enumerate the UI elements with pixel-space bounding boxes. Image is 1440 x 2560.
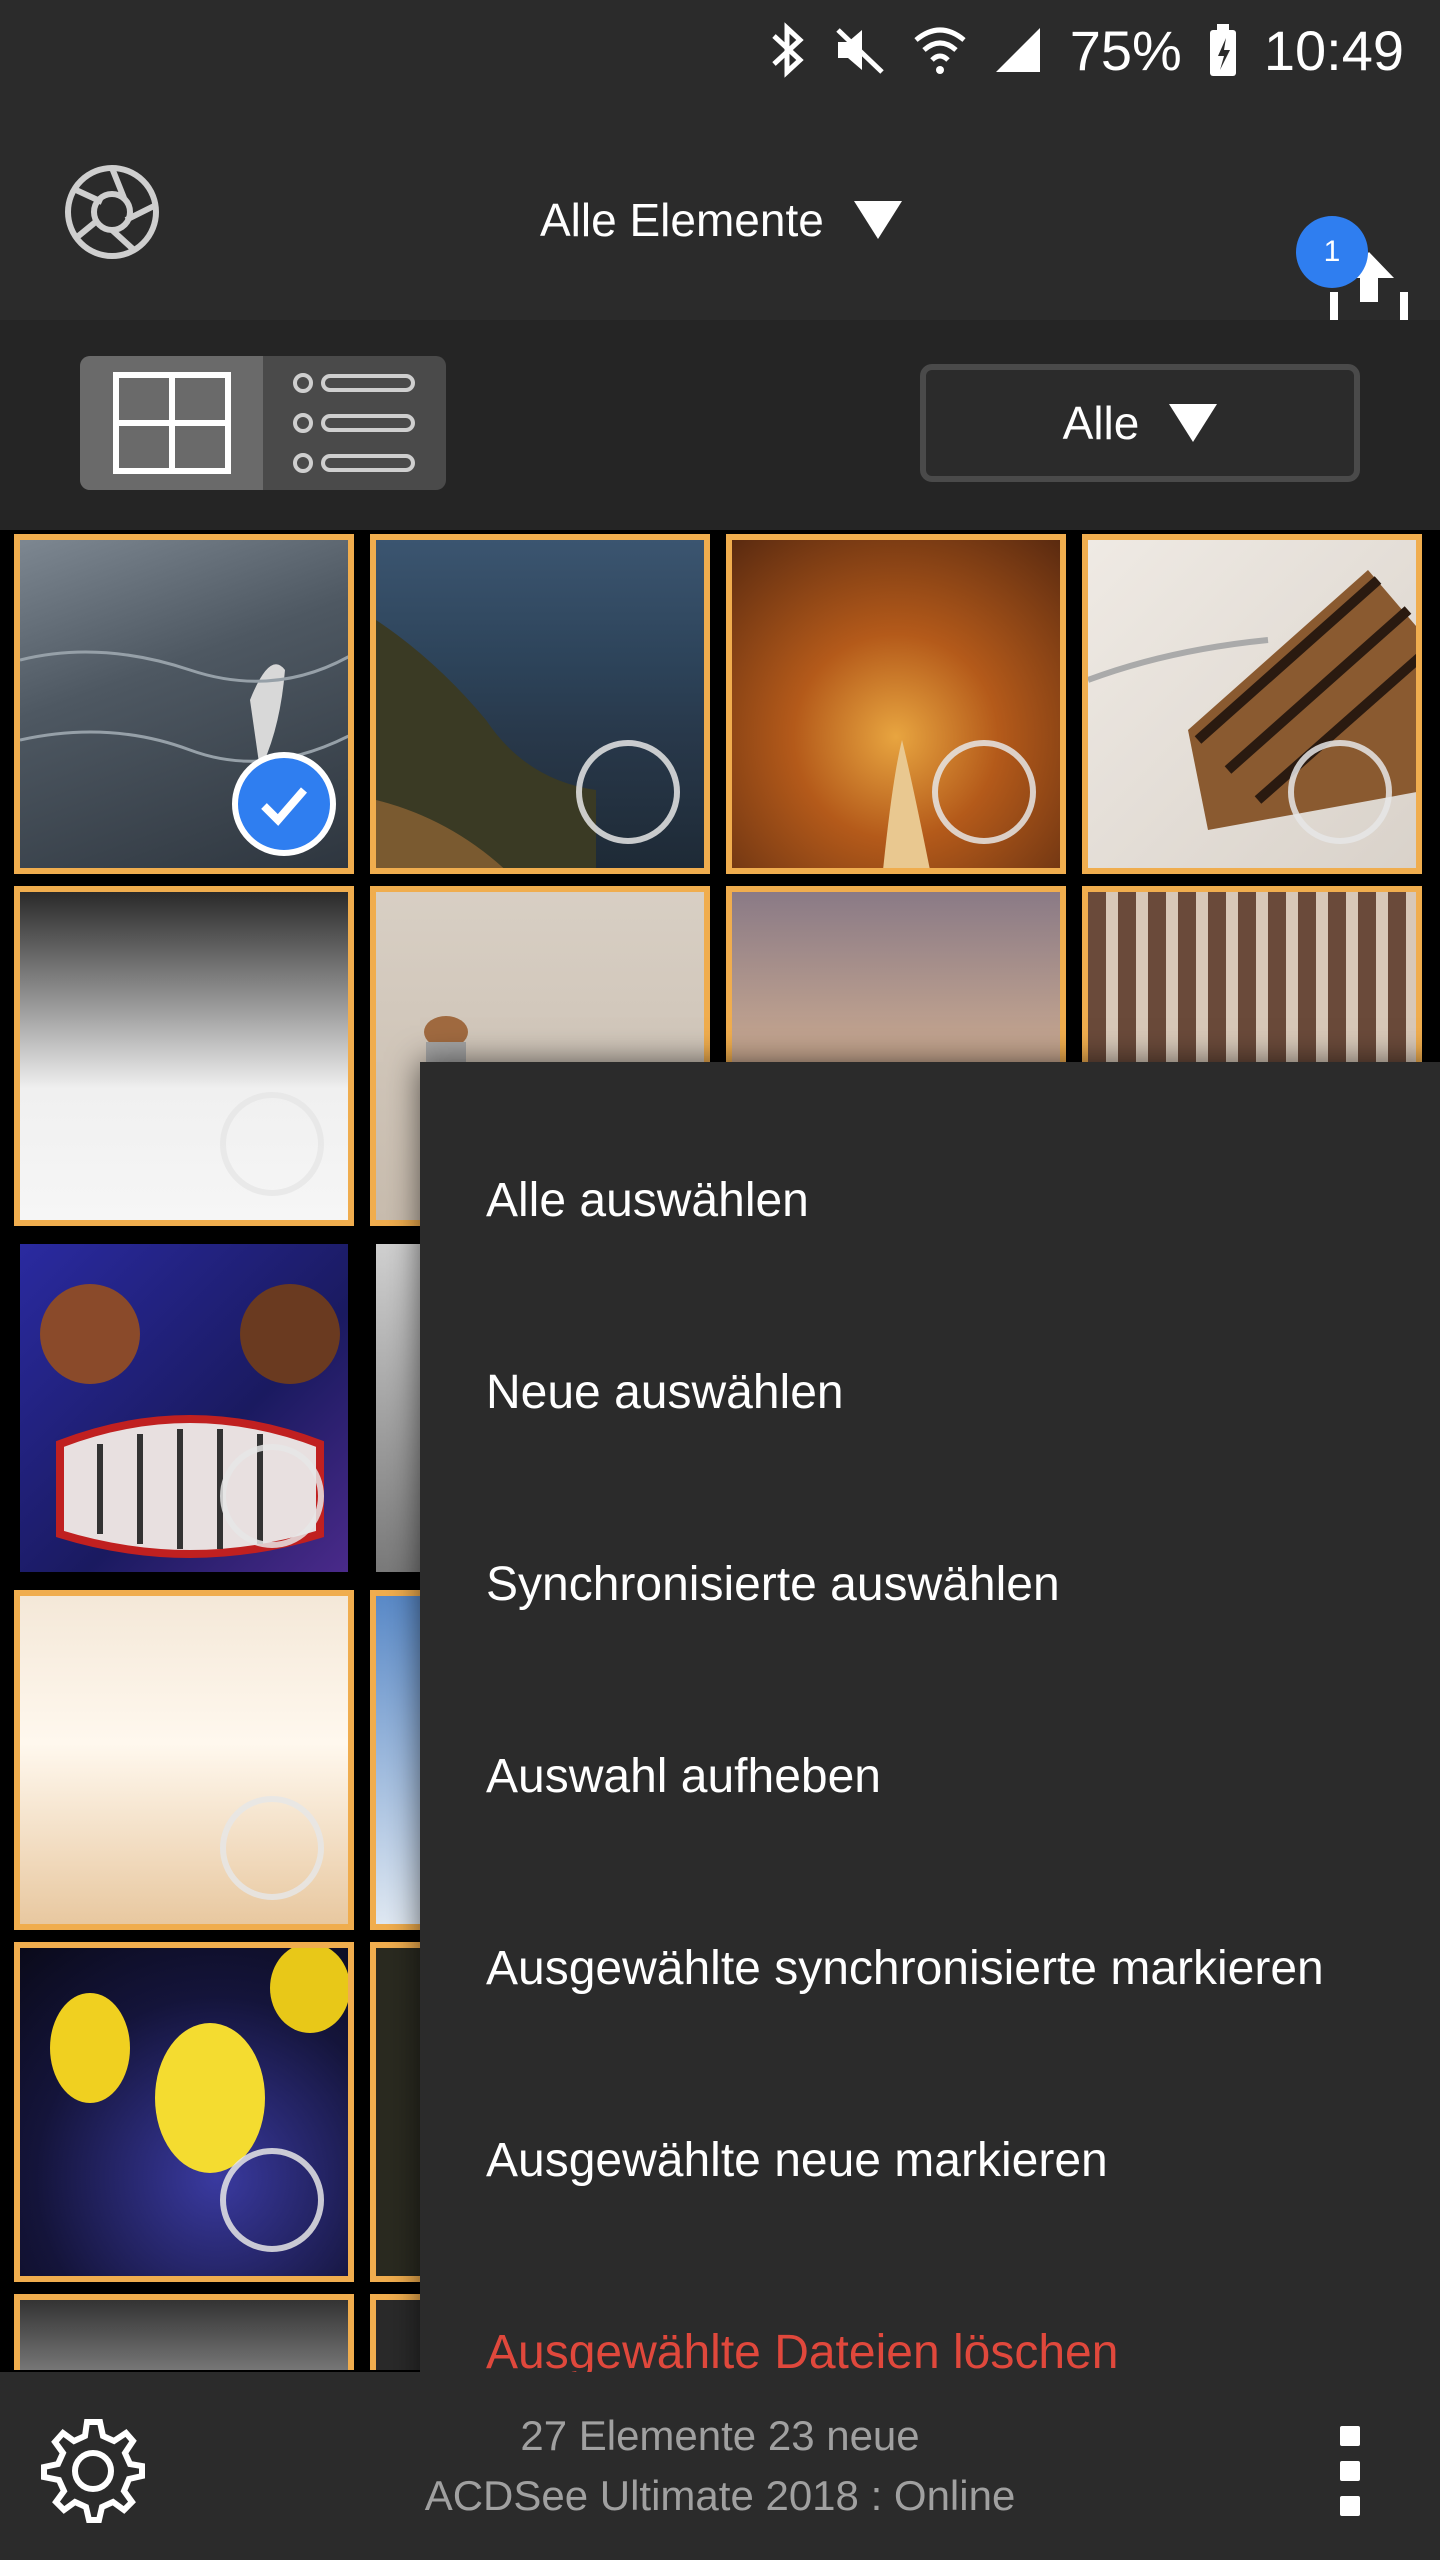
dropdown-arrow-icon	[1169, 404, 1218, 442]
thumbnail-snow[interactable]	[14, 886, 354, 1226]
thumbnail-coast[interactable]	[370, 534, 710, 874]
toolbar: Alle	[0, 320, 1440, 530]
clock: 10:49	[1263, 18, 1404, 82]
select-circle-icon[interactable]	[1288, 740, 1392, 844]
battery-icon	[1208, 22, 1238, 78]
filter-dropdown[interactable]: Alle	[920, 364, 1360, 482]
selected-check-icon[interactable]	[232, 752, 336, 856]
menu-item-select-all[interactable]: Alle auswählen	[486, 1160, 809, 1240]
view-toggle	[80, 356, 446, 490]
select-circle-icon[interactable]	[220, 1444, 324, 1548]
selection-menu: Alle auswählen Neue auswählen Synchronis…	[420, 1062, 1440, 2404]
status-bar: 75% 10:49	[0, 0, 1440, 100]
select-circle-icon[interactable]	[220, 1092, 324, 1196]
menu-item-select-synced[interactable]: Synchronisierte auswählen	[486, 1544, 1060, 1624]
grid-view-button[interactable]	[80, 356, 263, 490]
dropdown-arrow-icon	[853, 201, 902, 239]
menu-item-select-new[interactable]: Neue auswählen	[486, 1352, 844, 1432]
thumbnail-sea-bird[interactable]	[14, 534, 354, 874]
select-circle-icon[interactable]	[220, 1796, 324, 1900]
select-circle-icon[interactable]	[220, 2148, 324, 2252]
thumbnail-cake[interactable]	[1082, 534, 1422, 874]
list-view-button[interactable]	[263, 356, 446, 490]
thumbnail-autumn-forest[interactable]	[726, 534, 1066, 874]
filter-label: Alle	[1062, 397, 1140, 449]
mute-icon	[832, 22, 888, 78]
thumbnail-partial[interactable]	[14, 2294, 354, 2370]
menu-item-mark-selected-synced[interactable]: Ausgewählte synchronisierte markieren	[486, 1928, 1324, 2008]
app-bar: Alle Elemente 1	[0, 100, 1440, 328]
collection-dropdown[interactable]: Alle Elemente	[540, 180, 902, 260]
list-view-icon	[292, 373, 415, 473]
bluetooth-icon	[770, 22, 806, 78]
thumbnail-interior[interactable]	[14, 1590, 354, 1930]
collection-label: Alle Elemente	[540, 194, 824, 246]
item-count-text: 27 Elemente 23 neue	[520, 2412, 920, 2459]
upload-count-badge: 1	[1296, 216, 1368, 288]
menu-item-mark-selected-new[interactable]: Ausgewählte neue markieren	[486, 2120, 1108, 2200]
aperture-logo-icon[interactable]	[62, 162, 162, 262]
select-circle-icon[interactable]	[576, 740, 680, 844]
thumbnail-graffiti-face[interactable]	[14, 1238, 354, 1578]
select-circle-icon[interactable]	[932, 740, 1036, 844]
source-status-text: ACDSee Ultimate 2018 : Online	[424, 2472, 1016, 2519]
overflow-menu-icon[interactable]	[1330, 2426, 1370, 2516]
grid-view-icon	[112, 372, 231, 474]
menu-item-clear-selection[interactable]: Auswahl aufheben	[486, 1736, 881, 1816]
wifi-icon	[914, 24, 966, 76]
signal-icon	[992, 24, 1044, 76]
bottom-bar: 27 Elemente 23 neue ACDSee Ultimate 2018…	[0, 2372, 1440, 2560]
thumbnail-yellow-tulips[interactable]	[14, 1942, 354, 2282]
battery-percent: 75%	[1069, 18, 1182, 82]
